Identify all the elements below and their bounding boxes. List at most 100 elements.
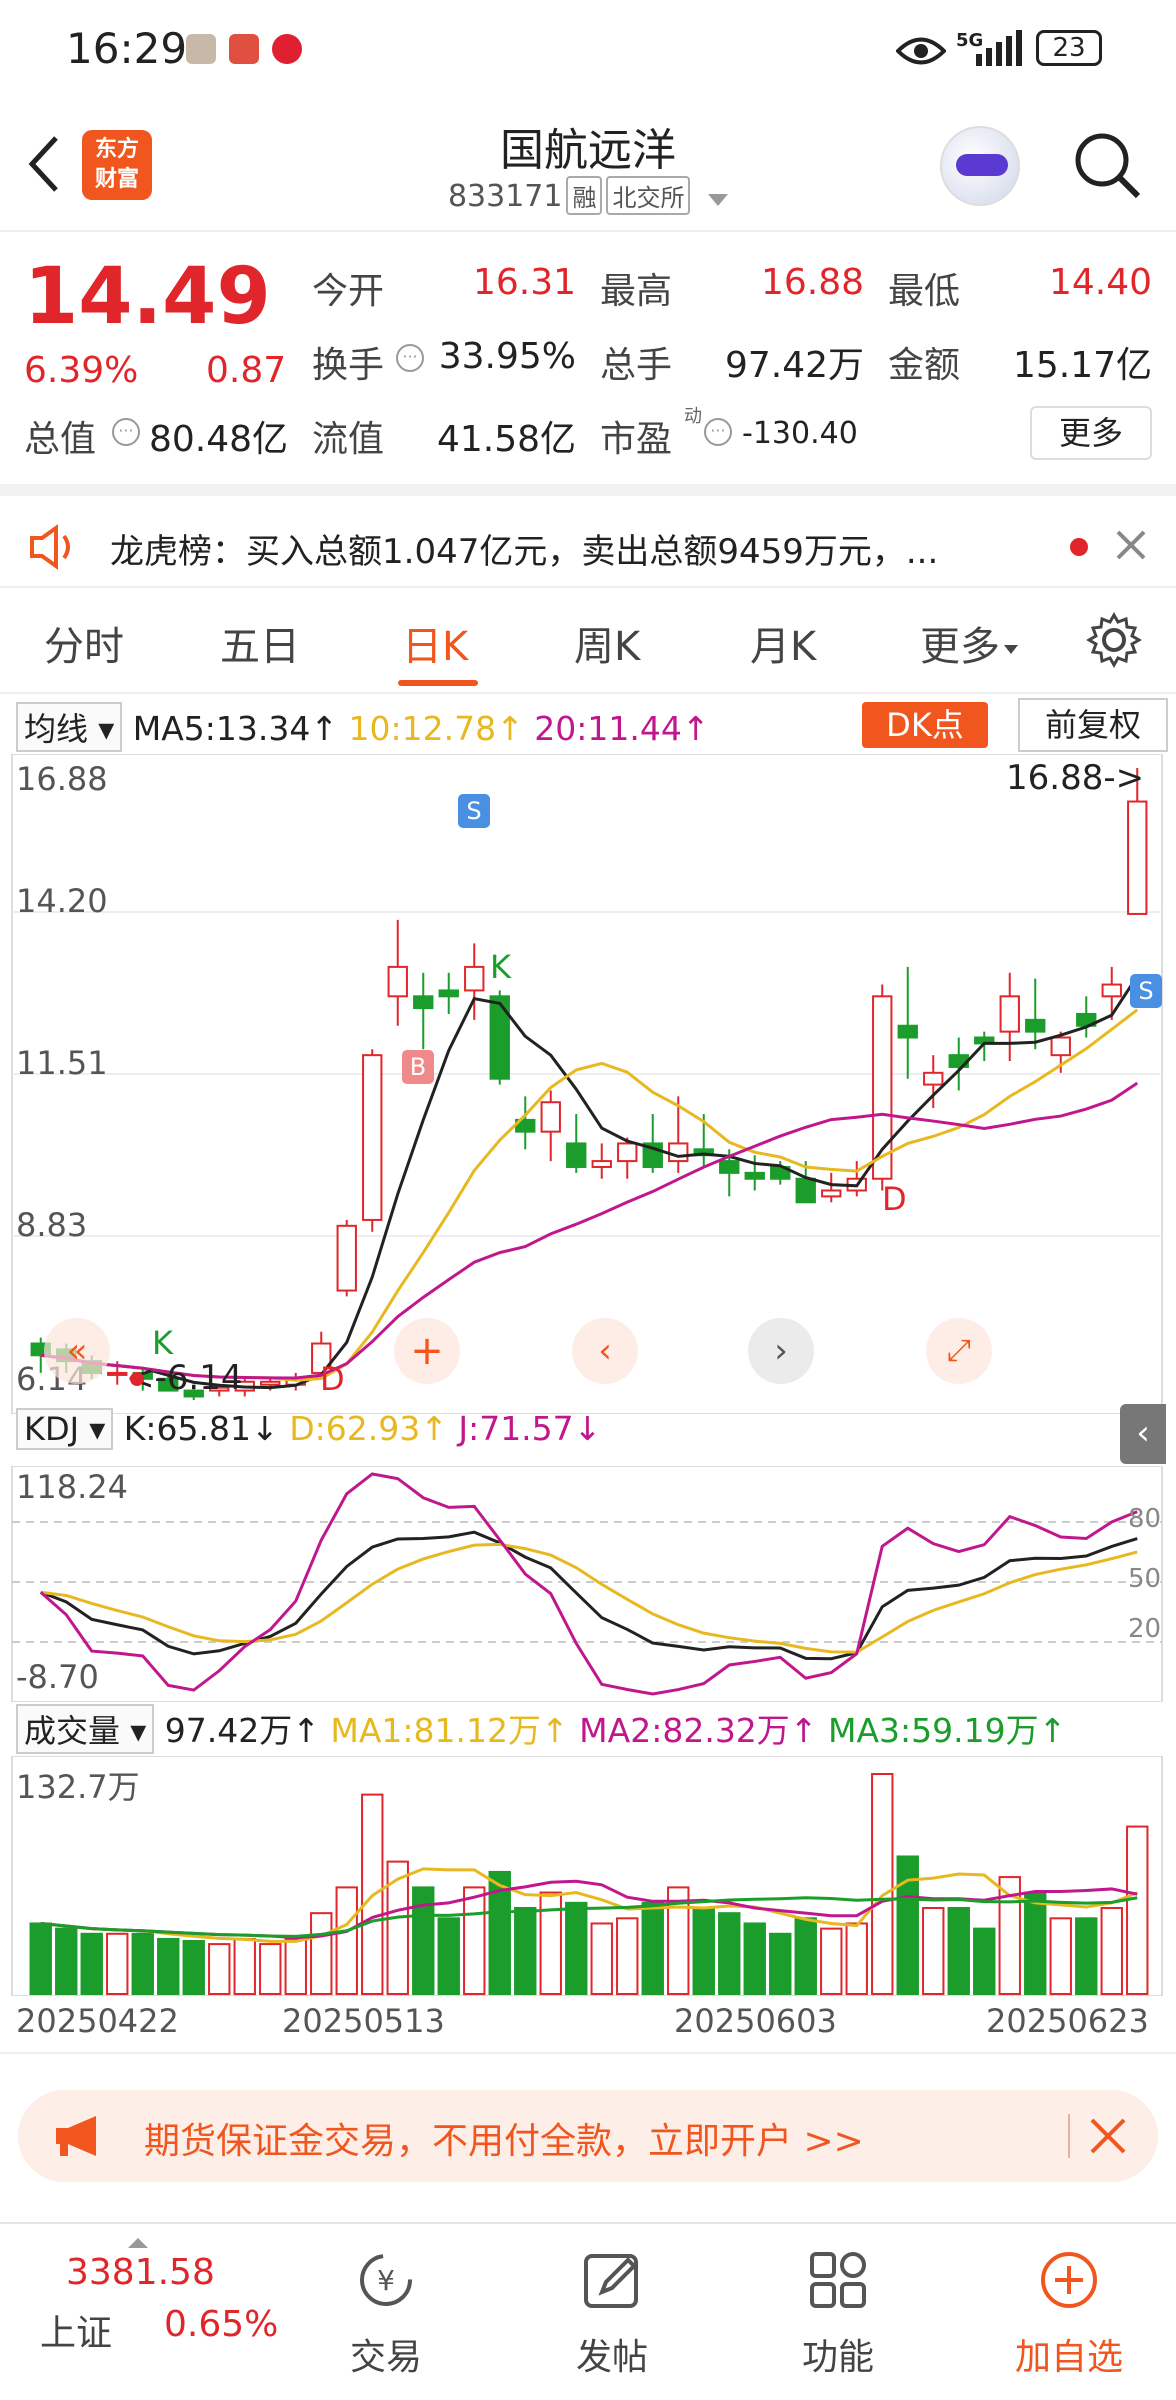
info-icon[interactable]: ··· <box>704 418 732 446</box>
edit-icon <box>580 2248 644 2312</box>
collapse-panel-icon[interactable]: ‹ <box>1120 1404 1166 1464</box>
volume-bar <box>718 1912 741 1995</box>
more-button[interactable]: 更多 <box>1030 406 1152 460</box>
volume-bar <box>106 1932 129 1995</box>
volume-legend: 成交量 ▾ 97.42万↑ MA1:81.12万↑ MA2:82.32万↑ MA… <box>16 1704 1066 1754</box>
volume-bar <box>743 1922 766 1995</box>
nav-post[interactable]: 发帖 <box>532 2224 692 2400</box>
sell-signal[interactable]: S <box>458 794 490 828</box>
index-ticker[interactable]: 3381.58 上证 0.65% <box>0 2224 300 2400</box>
change-percent: 6.39% <box>24 350 139 391</box>
kdj-legend: KDJ ▾ K:65.81↓ D:62.93↑ J:71.57↓ <box>16 1408 601 1450</box>
turnover-value: 33.95% <box>438 336 576 377</box>
eye-icon <box>895 34 947 72</box>
close-icon[interactable] <box>1088 2116 1128 2160</box>
search-icon[interactable] <box>1072 130 1142 200</box>
zoom-in-icon[interactable]: + <box>394 1318 460 1384</box>
exchange-tag: 北交所 <box>606 176 691 215</box>
volume-bar <box>284 1937 307 1996</box>
gear-icon[interactable] <box>1085 611 1143 672</box>
price-chart[interactable] <box>0 754 1176 1414</box>
volume-bar <box>539 1891 562 1995</box>
rewind-icon[interactable]: « <box>44 1318 110 1384</box>
turnover-label: 换手 <box>312 345 385 386</box>
assistant-robot-icon[interactable] <box>940 126 1020 206</box>
volume-bar <box>794 1917 817 1996</box>
tab-monthly-k[interactable]: 月K <box>750 614 816 672</box>
tab-weekly-k[interactable]: 周K <box>574 614 640 672</box>
volume-bar <box>233 1937 256 1996</box>
ad-banner[interactable]: 期货保证金交易，不用付全款，立即开户 >> <box>18 2090 1158 2182</box>
volume-selector[interactable]: 成交量 ▾ <box>16 1704 155 1754</box>
close-icon[interactable] <box>1114 528 1148 566</box>
dk-point-button[interactable]: DK点 <box>862 702 988 748</box>
volume-ma3: MA3:59.19万↑ <box>827 1711 1067 1750</box>
date-axis: 20250422 20250513 20250603 20250623 <box>0 1994 1176 2054</box>
tab-more[interactable]: 更多 <box>920 614 1018 672</box>
volume-chart[interactable] <box>0 1756 1176 1996</box>
volume-bar <box>29 1922 52 1995</box>
volume-bar <box>131 1932 154 1995</box>
open-label: 今开 <box>312 271 385 312</box>
price-axis-top: 16.88 <box>16 760 108 798</box>
sell-signal[interactable]: S <box>1130 974 1162 1008</box>
volume-bar <box>769 1932 792 1995</box>
kdj-chart[interactable] <box>0 1466 1176 1702</box>
ma-selector[interactable]: 均线 ▾ <box>16 702 123 752</box>
grid-icon <box>806 2248 870 2312</box>
caret-down-icon <box>1004 644 1018 654</box>
mktcap-label: 总值 <box>24 419 97 460</box>
tab-five-day[interactable]: 五日 <box>220 614 300 672</box>
prev-icon[interactable]: ‹ <box>572 1318 638 1384</box>
nav-trade[interactable]: ¥ 交易 <box>306 2224 466 2400</box>
change-value: 0.87 <box>206 350 287 391</box>
nav-functions[interactable]: 功能 <box>758 2224 918 2400</box>
candle-body <box>540 1101 561 1133</box>
volume-bar <box>692 1907 715 1995</box>
ma-legend: 均线 ▾ MA5:13.34↑ 10:12.78↑ 20:11.44↑ <box>16 702 710 752</box>
candle-body <box>413 995 434 1010</box>
buy-signal[interactable]: B <box>402 1050 434 1084</box>
candle-body <box>744 1171 765 1180</box>
date-label: 20250623 <box>986 2002 1149 2040</box>
info-icon[interactable]: ··· <box>396 344 424 372</box>
volume-bar <box>157 1937 180 1996</box>
volume-bar <box>871 1773 894 1995</box>
kdj-selector[interactable]: KDJ ▾ <box>16 1408 114 1450</box>
quote-panel: 14.49 6.39% 0.87 今开 16.31 最高 16.88 最低 14… <box>0 232 1176 482</box>
d-marker: D <box>882 1180 907 1218</box>
float-value: 41.58亿 <box>436 419 576 460</box>
notice-bar[interactable]: 龙虎榜：买入总额1.047亿元，卖出总额9459万元，... <box>0 484 1176 588</box>
amount-label: 金额 <box>888 345 961 386</box>
tab-daily-k[interactable]: 日K <box>402 614 468 672</box>
kdj-ref-80: 80 <box>1128 1504 1162 1534</box>
info-icon[interactable]: ··· <box>112 418 140 446</box>
volume-bar <box>1024 1891 1047 1995</box>
tab-intraday[interactable]: 分时 <box>44 614 124 672</box>
candle-body <box>795 1177 816 1204</box>
amount-value: 15.17亿 <box>1012 345 1152 386</box>
status-time: 16:29 <box>66 24 188 73</box>
kline-chart-area: 均线 ▾ MA5:13.34↑ 10:12.78↑ 20:11.44↑ DK点 … <box>0 694 1176 2074</box>
volume-ma2: MA2:82.32万↑ <box>579 1711 818 1750</box>
adjust-button[interactable]: 前复权 <box>1018 698 1168 752</box>
date-label: 20250603 <box>674 2002 837 2040</box>
app-notification-icons <box>186 34 303 68</box>
kdj-axis-top: 118.24 <box>16 1468 128 1506</box>
stock-header: 东方 财富 国航远洋 833171 融北交所 <box>0 100 1176 232</box>
fullscreen-icon[interactable]: ⤢ <box>926 1318 992 1384</box>
stock-code: 833171 <box>447 179 563 214</box>
dropdown-icon[interactable] <box>708 194 729 206</box>
volume-bar <box>259 1943 282 1996</box>
volume-bar <box>335 1886 358 1995</box>
index-percent: 0.65% <box>164 2304 279 2345</box>
date-label: 20250513 <box>282 2002 445 2040</box>
next-icon[interactable]: › <box>748 1318 814 1384</box>
ma5-value: MA5:13.34↑ <box>132 709 339 748</box>
volume-bar <box>463 1886 486 1995</box>
nav-trade-label: 交易 <box>349 2337 422 2378</box>
period-tabs: 分时 五日 日K 周K 月K 更多 <box>0 588 1176 694</box>
nav-add-watchlist[interactable]: 加自选 <box>984 2224 1154 2400</box>
caret-up-icon <box>128 2238 148 2248</box>
margin-tag: 融 <box>566 176 603 215</box>
